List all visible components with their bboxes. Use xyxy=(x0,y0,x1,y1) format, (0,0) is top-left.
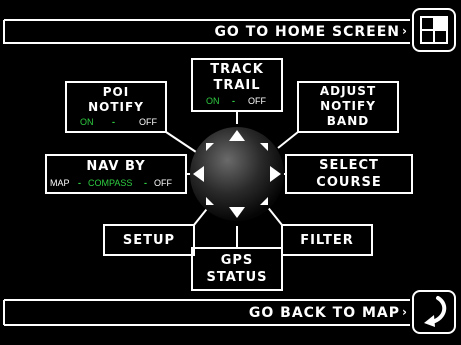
poi-notify-on: ON xyxy=(80,117,94,127)
nav-by-sep-2: - xyxy=(144,178,147,188)
go-to-home-screen-button[interactable]: GO TO HOME SCREEN › xyxy=(4,20,456,44)
nav-by-sep-1: - xyxy=(78,178,81,188)
gps-status-button[interactable]: GPS STATUS xyxy=(192,248,282,290)
dpad-joystick-icon xyxy=(190,127,284,221)
back-arrow-icon[interactable] xyxy=(412,290,456,334)
settings-menu-screen: GO TO HOME SCREEN › TRACK TRAIL ON - OFF… xyxy=(0,0,461,345)
gps-status-line-2: STATUS xyxy=(206,270,268,285)
poi-notify-off: OFF xyxy=(139,117,157,127)
nav-by-button[interactable]: NAV BY MAP - COMPASS - OFF xyxy=(46,155,186,193)
track-trail-title-2: TRAIL xyxy=(213,78,261,93)
poi-notify-sep: - xyxy=(112,117,115,127)
select-course-button[interactable]: SELECT COURSE xyxy=(286,155,412,193)
adjust-notify-band-line-2: NOTIFY xyxy=(320,99,376,113)
poi-notify-button[interactable]: POI NOTIFY ON - OFF xyxy=(66,82,166,132)
filter-button[interactable]: FILTER xyxy=(282,225,372,255)
select-course-line-1: SELECT xyxy=(319,158,379,173)
select-course-line-2: COURSE xyxy=(316,175,382,190)
track-trail-on: ON xyxy=(206,96,220,106)
nav-by-option-off: OFF xyxy=(154,178,172,188)
track-trail-title-1: TRACK xyxy=(210,62,264,77)
poi-notify-title-1: POI xyxy=(102,85,130,99)
setup-button[interactable]: SETUP xyxy=(104,225,194,255)
adjust-notify-band-button[interactable]: ADJUST NOTIFY BAND xyxy=(298,82,398,132)
go-back-to-map-label: GO BACK TO MAP xyxy=(248,305,400,321)
filter-label: FILTER xyxy=(300,233,354,248)
go-back-to-map-button[interactable]: GO BACK TO MAP › xyxy=(4,300,456,326)
track-trail-sep: - xyxy=(232,96,235,106)
nav-by-title: NAV BY xyxy=(86,159,146,174)
poi-notify-title-2: NOTIFY xyxy=(88,100,144,114)
setup-label: SETUP xyxy=(122,233,176,248)
home-grid-icon[interactable] xyxy=(412,8,456,52)
adjust-notify-band-line-3: BAND xyxy=(326,114,370,128)
chevron-right-icon: › xyxy=(402,24,408,38)
adjust-notify-band-line-1: ADJUST xyxy=(319,84,377,98)
nav-by-option-map: MAP xyxy=(50,178,70,188)
track-trail-off: OFF xyxy=(248,96,266,106)
gps-status-line-1: GPS xyxy=(220,253,254,268)
track-trail-button[interactable]: TRACK TRAIL ON - OFF xyxy=(192,59,282,111)
chevron-right-icon: › xyxy=(402,305,408,319)
go-to-home-screen-label: GO TO HOME SCREEN xyxy=(214,24,400,40)
nav-by-option-compass: COMPASS xyxy=(88,178,133,188)
